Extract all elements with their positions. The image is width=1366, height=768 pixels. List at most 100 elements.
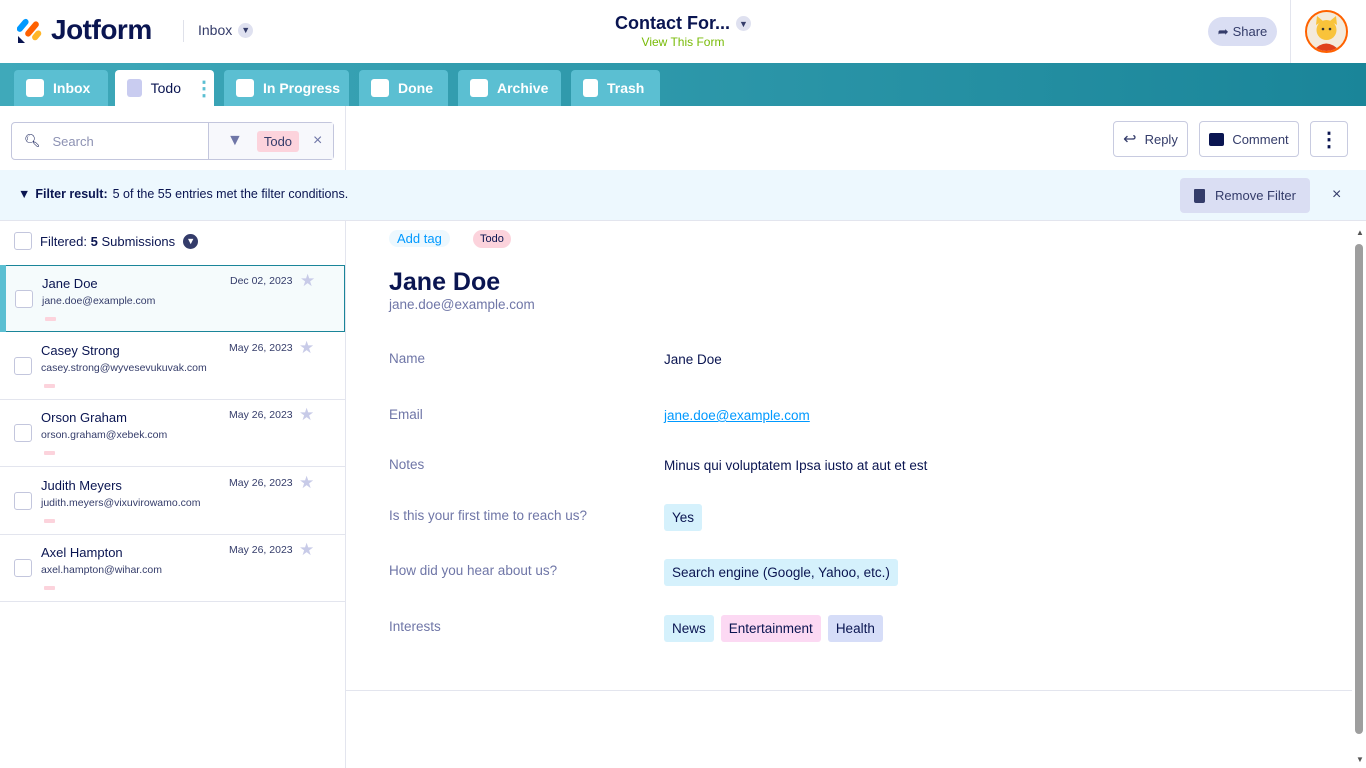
tab-done[interactable]: Done [359,70,448,106]
tab-options-icon[interactable]: ⋮ [194,76,214,101]
filter-icon[interactable]: ▼ [227,132,243,150]
row-email: judith.meyers@vixuvirowamo.com [41,496,201,509]
search-input[interactable]: 🔍︎ Search [12,123,209,159]
row-checkbox[interactable] [14,356,32,375]
divider [1290,0,1291,63]
top-header: Jotform Inbox ▼ Contact For... ▼ View This… [0,0,1366,63]
row-tag-indicator [44,451,55,455]
row-checkbox[interactable] [15,290,33,308]
row-tag-indicator [44,518,55,523]
answer-chip: Yes [664,504,703,531]
row-name: Casey Strong [41,342,120,358]
more-options-button[interactable]: ⋮ [1310,121,1348,157]
select-all-checkbox[interactable] [14,232,32,250]
chevron-down-icon[interactable]: ▼ [183,233,199,249]
row-email: orson.graham@xebek.com [41,429,168,441]
avatar-cat-icon [1307,12,1346,51]
row-checkbox[interactable] [14,559,32,577]
trash-icon [1194,188,1206,203]
search-icon: 🔍︎ [24,133,41,148]
filtered-prefix: Filtered: [40,233,87,249]
list-header: Filtered: 5 Submissions ▼ [14,232,199,250]
star-icon[interactable]: ★ [299,540,314,560]
done-icon [371,79,389,97]
form-title-dropdown[interactable]: Contact For... ▼ [615,13,751,34]
filter-chip-todo[interactable]: Todo [256,130,300,152]
clear-filter-icon[interactable]: × [313,132,322,150]
submission-row[interactable]: Orson Graham orson.graham@xebek.com May … [0,400,345,467]
star-icon[interactable]: ★ [299,405,314,425]
tab-label: In Progress [263,80,341,96]
view-form-link[interactable]: View This Form [560,35,806,49]
brand-name: Jotform [51,14,152,45]
filter-result-banner: ▼ Filter result: 5 of the 55 entries met t… [0,170,1366,221]
tab-in-progress[interactable]: In Progress [224,70,349,106]
status-tab-bar: Inbox Todo ⋮ In Progress Done Archive Tra… [0,63,1366,106]
scroll-down-icon[interactable]: ▼ [1356,755,1364,764]
star-icon[interactable]: ★ [299,338,314,358]
reply-label: Reply [1144,131,1178,147]
field-value: Jane Doe [664,352,722,367]
comment-icon [1209,132,1225,146]
share-arrow-icon: ➦ [1217,23,1229,39]
inbox-selector-label: Inbox [198,22,233,38]
scrollbar-thumb[interactable] [1355,244,1363,734]
divider [183,20,184,42]
inbox-selector[interactable]: Inbox ▼ [198,22,254,38]
submission-row[interactable]: Judith Meyers judith.meyers@vixuvirowamo… [0,468,345,535]
tab-label: Todo [150,80,181,96]
star-icon[interactable]: ★ [299,473,314,493]
tab-trash[interactable]: Trash [571,70,660,106]
comment-button[interactable]: Comment [1199,121,1299,157]
detail-scrollbar[interactable]: ▲ ▼ [1353,222,1366,768]
submission-row[interactable]: Casey Strong casey.strong@wyvesevukuvak.… [0,333,345,400]
email-link[interactable]: jane.doe@example.com [664,408,810,423]
filter-result-text: 5 of the 55 entries met the filter condi… [112,187,349,201]
chevron-down-icon: ▼ [238,22,254,38]
reply-icon: ↩ [1123,131,1137,148]
row-email: axel.hampton@wihar.com [41,564,162,576]
jotform-logo[interactable]: Jotform [17,14,152,46]
tab-label: Archive [497,80,549,96]
tab-label: Trash [607,80,645,96]
row-tag-indicator [44,383,55,388]
form-title-block: Contact For... ▼ View This Form [560,13,806,49]
close-banner-icon[interactable]: × [1332,186,1341,204]
user-avatar[interactable] [1305,10,1348,53]
row-tag-indicator [45,317,56,321]
share-button[interactable]: ➦ Share [1208,17,1277,46]
filtered-number: 5 [90,233,98,249]
submission-row[interactable]: Axel Hampton axel.hampton@wihar.com May … [0,535,345,602]
reply-button[interactable]: ↩ Reply [1113,121,1188,157]
form-title: Contact For... [614,13,730,33]
tag-todo[interactable]: Todo [473,230,511,248]
star-icon[interactable]: ★ [300,271,315,291]
row-date: May 26, 2023 [229,476,293,489]
tab-todo[interactable]: Todo ⋮ [115,70,214,106]
field-label: Notes [389,457,425,472]
submission-row[interactable]: Jane Doe jane.doe@example.com Dec 02, 20… [0,265,345,332]
active-filter: ▼ Todo × [209,123,333,159]
filter-result-label: Filter result: [35,187,108,201]
answer-chip: Search engine (Google, Yahoo, etc.) [664,559,898,586]
field-label: Name [389,351,426,366]
row-checkbox[interactable] [14,491,32,510]
share-label: Share [1232,24,1268,39]
row-name: Axel Hampton [41,545,123,560]
row-tag-indicator [44,586,55,590]
remove-filter-button[interactable]: Remove Filter [1180,178,1310,213]
scroll-up-icon[interactable]: ▲ [1356,228,1364,237]
tab-archive[interactable]: Archive [458,70,561,106]
row-date: May 26, 2023 [229,544,293,556]
row-date: May 26, 2023 [229,409,293,421]
add-tag-button[interactable]: Add tag [389,230,450,247]
in-progress-icon [236,79,254,97]
tab-inbox[interactable]: Inbox [14,70,108,106]
row-name: Orson Graham [41,410,127,425]
filtered-suffix: Submissions [101,233,176,249]
trash-icon [583,79,598,97]
tab-label: Done [398,80,433,96]
chevron-down-icon: ▼ [736,16,751,31]
interest-chip: Entertainment [720,615,821,642]
row-checkbox[interactable] [14,424,32,442]
